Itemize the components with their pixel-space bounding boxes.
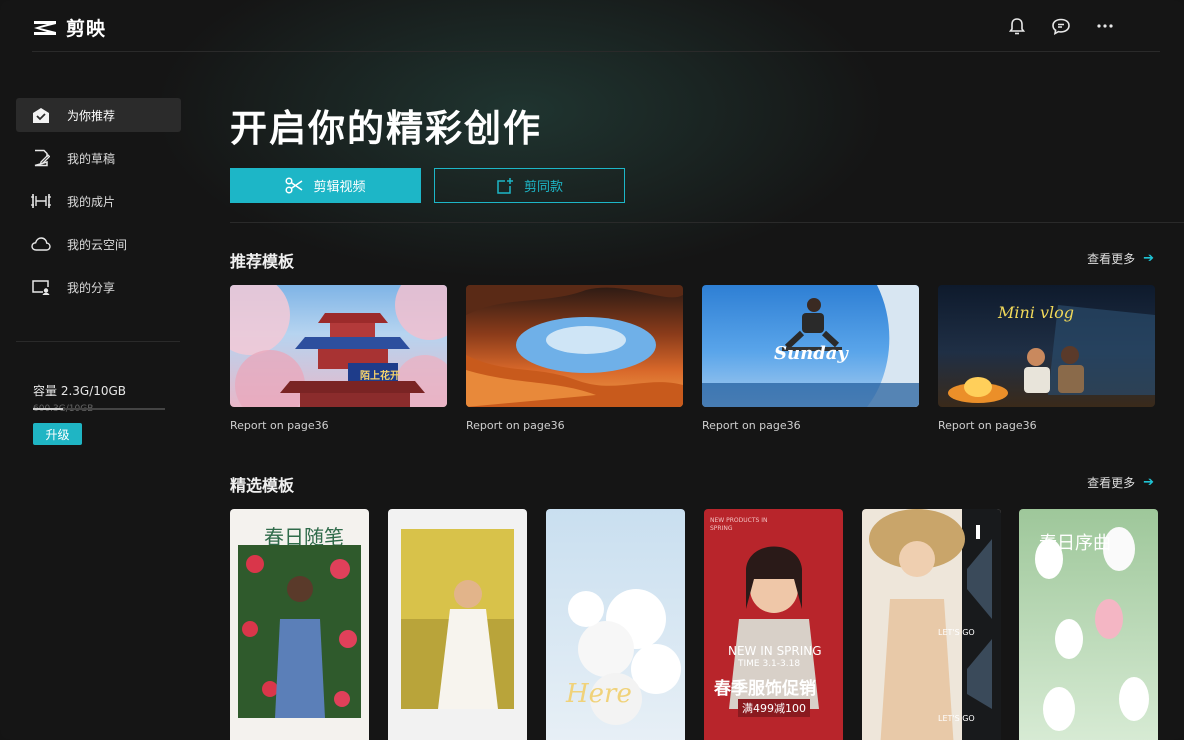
add-frame-icon (497, 177, 513, 194)
upgrade-button[interactable]: 升级 (33, 423, 82, 445)
more-icon[interactable] (1094, 15, 1116, 37)
sidebar-item-cloud[interactable]: 我的云空间 (16, 227, 181, 261)
promo-line2: TIME 3.1-3.18 (738, 659, 801, 669)
portrait-illustration (238, 545, 361, 718)
arrow-right-icon: ➔ (1143, 251, 1154, 266)
template-thumbnail: Sunday (702, 285, 919, 407)
thumbnail-overlay-text: 陌上花开 (360, 371, 400, 382)
sidebar-item-share[interactable]: 我的分享 (16, 270, 181, 304)
sidebar-item-label: 我的云空间 (67, 237, 128, 252)
more-link-label: 查看更多 (1087, 476, 1136, 490)
storage-panel: 容量 2.3G/10GB 600.3G/10GB 升级 (33, 382, 165, 445)
promo-line1: LET'S GO (938, 628, 975, 637)
featured-card[interactable] (388, 509, 527, 740)
featured-card[interactable]: NEW PRODUCTS IN SPRING NEW IN SPRING TIM… (704, 509, 843, 740)
hat-model-illustration (869, 509, 1001, 740)
recommended-more-link[interactable]: 查看更多 ➔ (1087, 250, 1154, 267)
sidebar-divider (16, 341, 180, 342)
bell-icon[interactable] (1006, 15, 1028, 37)
card-caption: Report on page36 (938, 419, 1037, 432)
app-name: 剪映 (66, 18, 107, 40)
app-window: 剪映 为你推荐 我的草稿 我的成片 我的云空间 我的分享 容量 2.3G/10G… (0, 0, 1184, 740)
top-actions (1006, 15, 1116, 37)
featured-card[interactable]: Here (546, 509, 685, 740)
recommended-section-title: 推荐模板 (230, 252, 295, 271)
template-clone-label: 剪同款 (523, 180, 563, 195)
share-icon (31, 277, 51, 297)
hero-divider (230, 222, 1184, 223)
featured-card[interactable]: 春日序曲 (1019, 509, 1158, 740)
sidebar-item-label: 我的草稿 (67, 151, 116, 166)
home-icon (31, 105, 51, 125)
card-caption: Report on page36 (230, 419, 329, 432)
storage-progress-bar (33, 408, 165, 410)
capcut-logo-icon (34, 20, 56, 35)
template-thumbnail: 陌上花开 (230, 285, 447, 407)
sidebar-item-label: 我的分享 (67, 280, 116, 295)
recommended-card[interactable]: Sunday Report on page36 (702, 285, 919, 432)
app-logo: 剪映 (32, 14, 106, 41)
sidebar-item-label: 为你推荐 (67, 108, 116, 123)
arrow-right-icon: ➔ (1143, 475, 1154, 490)
canyon-illustration (466, 285, 683, 407)
storage-label: 容量 2.3G/10GB (33, 384, 127, 398)
thumbnail-overlay-text: Here (566, 679, 632, 709)
thumbnail-overlay-text: Sunday (774, 343, 848, 364)
recommended-card[interactable]: Mini vlog Report on page36 (938, 285, 1155, 432)
featured-more-link[interactable]: 查看更多 ➔ (1087, 474, 1154, 491)
promo-line4: 满499减100 (738, 699, 810, 717)
top-bar: 剪映 (32, 0, 1160, 52)
template-thumbnail (466, 285, 683, 407)
sidebar-item-recommend[interactable]: 为你推荐 (16, 98, 181, 132)
more-link-label: 查看更多 (1087, 252, 1136, 266)
sidebar-item-films[interactable]: 我的成片 (16, 184, 181, 218)
sidebar-item-drafts[interactable]: 我的草稿 (16, 141, 181, 175)
sidebar-item-label: 我的成片 (67, 194, 116, 209)
sidebar: 为你推荐 我的草稿 我的成片 我的云空间 我的分享 (16, 98, 181, 313)
edit-video-label: 剪辑视频 (313, 180, 366, 195)
thumbnail-overlay-text: Mini vlog (998, 303, 1075, 322)
recommended-card[interactable]: 陌上花开 Report on page36 (230, 285, 447, 432)
promo-line1: NEW IN SPRING (728, 644, 822, 658)
draft-icon (31, 148, 51, 168)
card-caption: Report on page36 (702, 419, 801, 432)
promo-line2: LET'S GO (938, 714, 975, 723)
cloud-icon (31, 234, 51, 254)
thumbnail-overlay-text: 春日序曲 (1039, 533, 1111, 554)
storage-progress-fill (33, 408, 64, 410)
girl-portrait-illustration (401, 529, 514, 709)
featured-card[interactable]: LET'S GO LET'S GO (862, 509, 1001, 740)
featured-section-title: 精选模板 (230, 476, 295, 495)
promo-line3: 春季服饰促销 (714, 679, 816, 699)
page-title: 开启你的精彩创作 (230, 107, 542, 150)
film-icon (31, 191, 51, 211)
card-caption: Report on page36 (466, 419, 565, 432)
scissors-icon (285, 177, 303, 194)
template-thumbnail: Mini vlog (938, 285, 1155, 407)
pagoda-illustration (230, 285, 447, 407)
message-icon[interactable] (1050, 15, 1072, 37)
featured-card[interactable]: 春日随笔 (230, 509, 369, 740)
recommended-card[interactable]: Report on page36 (466, 285, 683, 432)
template-clone-button[interactable]: 剪同款 (434, 168, 625, 203)
edit-video-button[interactable]: 剪辑视频 (230, 168, 421, 203)
